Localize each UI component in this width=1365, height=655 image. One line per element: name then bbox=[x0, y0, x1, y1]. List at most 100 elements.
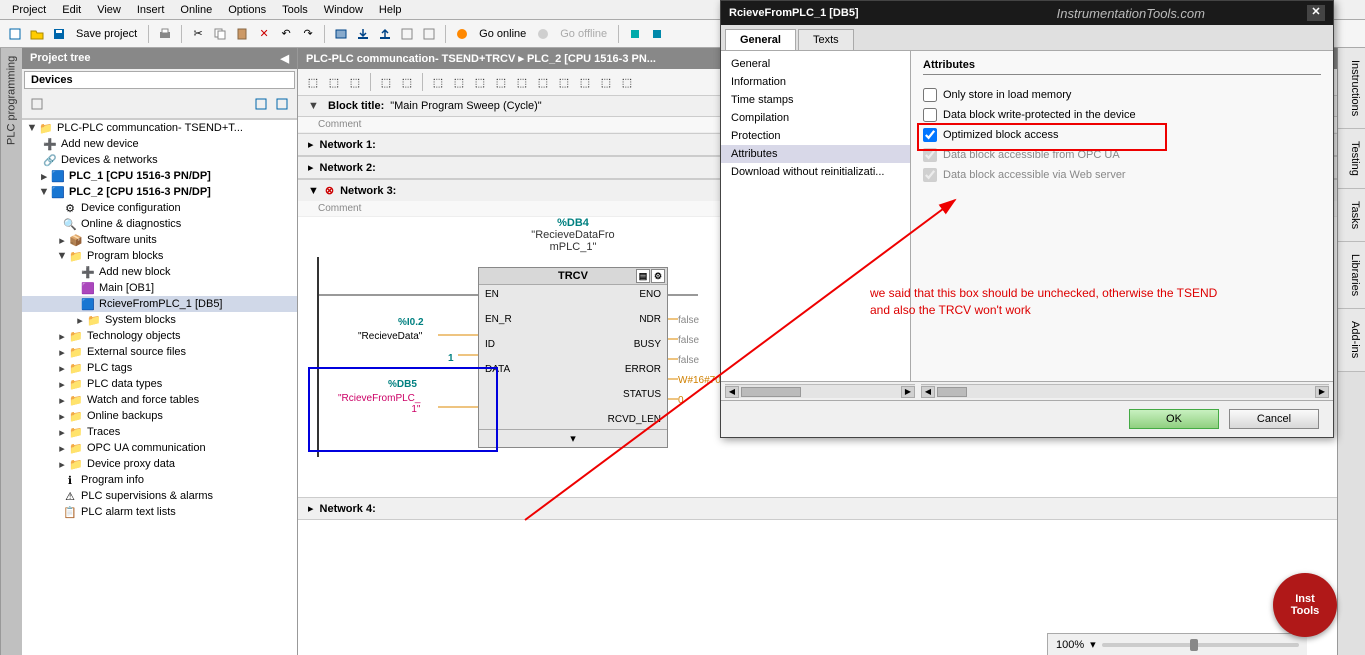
tab-libraries[interactable]: Libraries bbox=[1338, 242, 1365, 309]
nav-protection[interactable]: Protection bbox=[721, 127, 910, 145]
tool-icon-3[interactable] bbox=[626, 25, 644, 43]
tree-online-diag[interactable]: Online & diagnostics bbox=[81, 218, 181, 230]
tab-testing[interactable]: Testing bbox=[1338, 129, 1365, 189]
ok-button[interactable]: OK bbox=[1129, 409, 1219, 429]
tree-view1-icon[interactable] bbox=[252, 95, 270, 113]
tree-program-blocks[interactable]: Program blocks bbox=[87, 250, 163, 262]
tree-device-config[interactable]: Device configuration bbox=[81, 202, 181, 214]
copy-icon[interactable] bbox=[211, 25, 229, 43]
ed-tool-icon[interactable]: ⬚ bbox=[534, 73, 552, 91]
ed-tool-icon[interactable]: ⬚ bbox=[304, 73, 322, 91]
tab-texts[interactable]: Texts bbox=[798, 29, 854, 50]
menu-window[interactable]: Window bbox=[316, 2, 371, 18]
menu-help[interactable]: Help bbox=[371, 2, 410, 18]
ed-tool-icon[interactable]: ⬚ bbox=[597, 73, 615, 91]
menu-options[interactable]: Options bbox=[220, 2, 274, 18]
open-project-icon[interactable] bbox=[28, 25, 46, 43]
ed-tool-icon[interactable]: ⬚ bbox=[450, 73, 468, 91]
ed-tool-icon[interactable]: ⬚ bbox=[513, 73, 531, 91]
tree-plc2[interactable]: PLC_2 [CPU 1516-3 PN/DP] bbox=[69, 186, 211, 198]
go-offline-icon[interactable] bbox=[534, 25, 552, 43]
tab-addins[interactable]: Add-ins bbox=[1338, 309, 1365, 371]
tree-alarm-text[interactable]: PLC alarm text lists bbox=[81, 506, 176, 518]
zoom-slider[interactable] bbox=[1102, 643, 1299, 647]
ed-tool-icon[interactable]: ⬚ bbox=[325, 73, 343, 91]
tree-plc-tags[interactable]: PLC tags bbox=[87, 362, 132, 374]
tree-watch-tables[interactable]: Watch and force tables bbox=[87, 394, 199, 406]
tool-icon-2[interactable] bbox=[420, 25, 438, 43]
tree-rcievefromplc1[interactable]: RcieveFromPLC_1 [DB5] bbox=[99, 298, 223, 310]
tool-icon-4[interactable] bbox=[648, 25, 666, 43]
nav-general[interactable]: General bbox=[721, 55, 910, 73]
left-sidebar-tab[interactable]: PLC programming bbox=[0, 48, 22, 655]
tree-opcua[interactable]: OPC UA communication bbox=[87, 442, 206, 454]
compile-icon[interactable] bbox=[332, 25, 350, 43]
ed-tool-icon[interactable]: ⬚ bbox=[618, 73, 636, 91]
chk-load-memory[interactable] bbox=[923, 88, 937, 102]
ed-tool-icon[interactable]: ⬚ bbox=[492, 73, 510, 91]
tree-add-device[interactable]: Add new device bbox=[61, 138, 139, 150]
ed-tool-icon[interactable]: ⬚ bbox=[576, 73, 594, 91]
tree-plc1[interactable]: PLC_1 [CPU 1516-3 PN/DP] bbox=[69, 170, 211, 182]
chk-write-protected[interactable] bbox=[923, 108, 937, 122]
menu-edit[interactable]: Edit bbox=[54, 2, 89, 18]
nav-scrollbar[interactable]: ◀▶ bbox=[725, 384, 915, 398]
expand-block-icon[interactable]: ▾ bbox=[479, 429, 667, 447]
nav-download[interactable]: Download without reinitializati... bbox=[721, 163, 910, 181]
nav-timestamps[interactable]: Time stamps bbox=[721, 91, 910, 109]
menu-insert[interactable]: Insert bbox=[129, 2, 173, 18]
ed-tool-icon[interactable]: ⬚ bbox=[471, 73, 489, 91]
tree-traces[interactable]: Traces bbox=[87, 426, 120, 438]
print-icon[interactable] bbox=[156, 25, 174, 43]
devices-tab[interactable]: Devices bbox=[24, 71, 295, 89]
tree-tech-obj[interactable]: Technology objects bbox=[87, 330, 181, 342]
paste-icon[interactable] bbox=[233, 25, 251, 43]
dialog-titlebar[interactable]: RcieveFromPLC_1 [DB5] ✕ bbox=[721, 1, 1333, 25]
nav-compilation[interactable]: Compilation bbox=[721, 109, 910, 127]
ed-tool-icon[interactable]: ⬚ bbox=[346, 73, 364, 91]
go-online-icon[interactable] bbox=[453, 25, 471, 43]
tool-icon-1[interactable] bbox=[398, 25, 416, 43]
menu-online[interactable]: Online bbox=[172, 2, 220, 18]
new-project-icon[interactable] bbox=[6, 25, 24, 43]
tree-view2-icon[interactable] bbox=[273, 95, 291, 113]
tree-root[interactable]: PLC-PLC communcation- TSEND+T... bbox=[57, 122, 243, 134]
save-project-button[interactable]: Save project bbox=[72, 28, 141, 40]
cut-icon[interactable]: ✂ bbox=[189, 25, 207, 43]
tree-add-block[interactable]: Add new block bbox=[99, 266, 171, 278]
network-4-header[interactable]: ▸Network 4: bbox=[298, 497, 1337, 520]
redo-icon[interactable]: ↷ bbox=[299, 25, 317, 43]
trcv-block[interactable]: TRCV ▤⚙ EN EN_R ID DATA ENO NDR bbox=[478, 267, 668, 448]
collapse-tree-icon[interactable]: ◀ bbox=[281, 52, 289, 65]
go-offline-button[interactable]: Go offline bbox=[556, 28, 611, 40]
fb-chart-icon[interactable]: ▤ bbox=[636, 269, 650, 283]
menu-project[interactable]: Project bbox=[4, 2, 54, 18]
dialog-nav[interactable]: General Information Time stamps Compilat… bbox=[721, 51, 911, 381]
tree-supervisions[interactable]: PLC supervisions & alarms bbox=[81, 490, 213, 502]
nav-attributes[interactable]: Attributes bbox=[721, 145, 910, 163]
ed-tool-icon[interactable]: ⬚ bbox=[398, 73, 416, 91]
project-tree-body[interactable]: ▼📁PLC-PLC communcation- TSEND+T... ➕Add … bbox=[22, 119, 297, 655]
cancel-button[interactable]: Cancel bbox=[1229, 409, 1319, 429]
tree-proxy[interactable]: Device proxy data bbox=[87, 458, 175, 470]
ed-tool-icon[interactable]: ⬚ bbox=[555, 73, 573, 91]
tab-general[interactable]: General bbox=[725, 29, 796, 50]
tree-tool-icon[interactable] bbox=[28, 95, 46, 113]
tree-devices-networks[interactable]: Devices & networks bbox=[61, 154, 158, 166]
ed-tool-icon[interactable]: ⬚ bbox=[429, 73, 447, 91]
menu-tools[interactable]: Tools bbox=[274, 2, 316, 18]
nav-information[interactable]: Information bbox=[721, 73, 910, 91]
download-icon[interactable] bbox=[354, 25, 372, 43]
save-icon[interactable] bbox=[50, 25, 68, 43]
tree-backups[interactable]: Online backups bbox=[87, 410, 163, 422]
tree-sw-units[interactable]: Software units bbox=[87, 234, 157, 246]
tree-ext-src[interactable]: External source files bbox=[87, 346, 186, 358]
tree-plc-datatypes[interactable]: PLC data types bbox=[87, 378, 162, 390]
tree-main-ob1[interactable]: Main [OB1] bbox=[99, 282, 154, 294]
undo-icon[interactable]: ↶ bbox=[277, 25, 295, 43]
tree-system-blocks[interactable]: System blocks bbox=[105, 314, 176, 326]
upload-icon[interactable] bbox=[376, 25, 394, 43]
close-icon[interactable]: ✕ bbox=[1307, 5, 1325, 21]
ed-tool-icon[interactable]: ⬚ bbox=[377, 73, 395, 91]
go-online-button[interactable]: Go online bbox=[475, 28, 530, 40]
